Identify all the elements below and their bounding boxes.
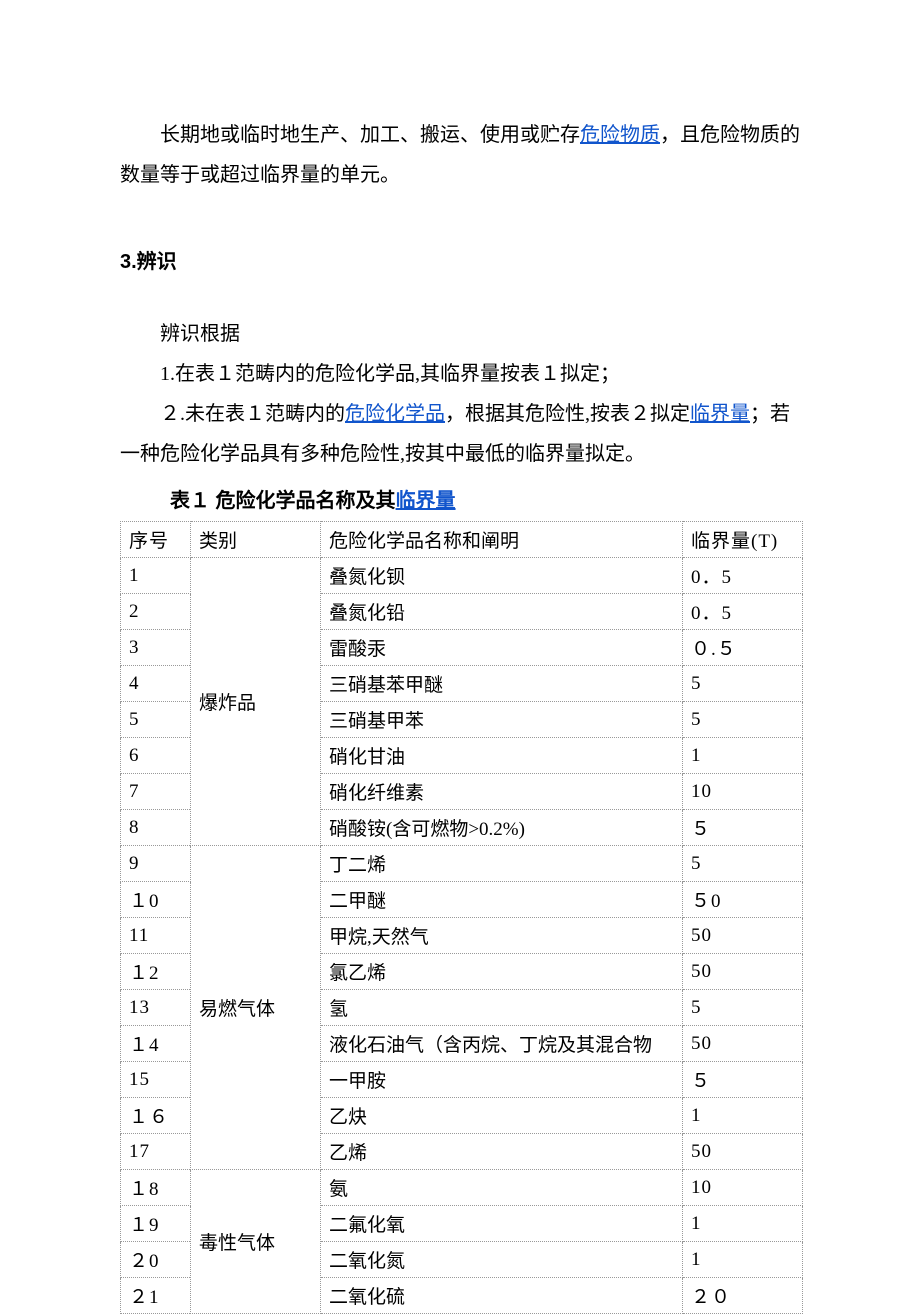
cell-qty: ５0 [683, 882, 803, 918]
cell-qty: 5 [683, 666, 803, 702]
item2-prefix: ２.未在表１范畴内的 [160, 403, 345, 425]
link-hazardous-substance[interactable]: 危险物质 [580, 124, 660, 146]
cell-seq: 1 [121, 558, 191, 594]
header-name: 危险化学品名称和阐明 [321, 522, 683, 558]
cell-name: 叠氮化钡 [321, 558, 683, 594]
cell-seq: 3 [121, 630, 191, 666]
cell-seq: ２1 [121, 1278, 191, 1314]
cell-qty: ２０ [683, 1278, 803, 1314]
cell-seq: ２0 [121, 1242, 191, 1278]
cell-qty: 50 [683, 918, 803, 954]
cell-name: 硝化纤维素 [321, 774, 683, 810]
cell-qty: 0．5 [683, 594, 803, 630]
link-critical-quantity[interactable]: 临界量 [690, 403, 750, 425]
cell-cat: 易燃气体 [191, 846, 321, 1170]
cell-qty: ０.５ [683, 630, 803, 666]
header-cat: 类别 [191, 522, 321, 558]
intro-prefix: 长期地或临时地生产、加工、搬运、使用或贮存 [160, 124, 580, 146]
cell-qty: 50 [683, 1026, 803, 1062]
cell-qty: 1 [683, 1206, 803, 1242]
cell-name: 二氧化硫 [321, 1278, 683, 1314]
cell-seq: １６ [121, 1098, 191, 1134]
cell-qty: 10 [683, 774, 803, 810]
link-hazardous-chemical[interactable]: 危险化学品 [345, 403, 445, 425]
table1: 序号 类别 危险化学品名称和阐明 临界量(T) 1 爆炸品 叠氮化钡 0．5 2… [120, 521, 803, 1314]
cell-name: 二氧化氮 [321, 1242, 683, 1278]
cell-seq: 2 [121, 594, 191, 630]
cell-seq: 17 [121, 1134, 191, 1170]
cell-name: 丁二烯 [321, 846, 683, 882]
header-qty: 临界量(T) [683, 522, 803, 558]
cell-cat: 毒性气体 [191, 1170, 321, 1314]
cell-name: 雷酸汞 [321, 630, 683, 666]
cell-name: 液化石油气（含丙烷、丁烷及其混合物 [321, 1026, 683, 1062]
cell-seq: １4 [121, 1026, 191, 1062]
cell-name: 乙烯 [321, 1134, 683, 1170]
cell-qty: 1 [683, 1098, 803, 1134]
cell-name: 二甲醚 [321, 882, 683, 918]
cell-seq: 6 [121, 738, 191, 774]
cell-seq: １2 [121, 954, 191, 990]
cell-qty: 5 [683, 846, 803, 882]
cell-qty: ５ [683, 1062, 803, 1098]
cell-seq: 13 [121, 990, 191, 1026]
cell-qty: ５ [683, 810, 803, 846]
cell-qty: 1 [683, 1242, 803, 1278]
cell-qty: 50 [683, 1134, 803, 1170]
cell-name: 氨 [321, 1170, 683, 1206]
cell-seq: 4 [121, 666, 191, 702]
cell-qty: 0．5 [683, 558, 803, 594]
identify-item1: 1.在表１范畴内的危险化学品,其临界量按表１拟定； [120, 354, 803, 394]
cell-qty: 10 [683, 1170, 803, 1206]
link-critical-quantity-title[interactable]: 临界量 [396, 490, 456, 512]
cell-name: 氢 [321, 990, 683, 1026]
table1-title: 表１ 危险化学品名称及其临界量 [120, 484, 803, 513]
cell-name: 三硝基苯甲醚 [321, 666, 683, 702]
cell-qty: 5 [683, 702, 803, 738]
cell-seq: 8 [121, 810, 191, 846]
identify-item2: ２.未在表１范畴内的危险化学品，根据其危险性,按表２拟定临界量；若一种危险化学品… [120, 394, 803, 474]
table-row: 9 易燃气体 丁二烯 5 [121, 846, 803, 882]
intro-paragraph: 长期地或临时地生产、加工、搬运、使用或贮存危险物质，且危险物质的数量等于或超过临… [120, 115, 803, 195]
cell-cat: 爆炸品 [191, 558, 321, 846]
cell-seq: 7 [121, 774, 191, 810]
cell-seq: １8 [121, 1170, 191, 1206]
cell-seq: 11 [121, 918, 191, 954]
cell-name: 乙炔 [321, 1098, 683, 1134]
cell-seq: 15 [121, 1062, 191, 1098]
cell-seq: １0 [121, 882, 191, 918]
cell-seq: 9 [121, 846, 191, 882]
cell-qty: 5 [683, 990, 803, 1026]
table1-title-prefix: 表１ 危险化学品名称及其 [170, 490, 396, 512]
cell-seq: １9 [121, 1206, 191, 1242]
item2-line: ２.未在表１范畴内的危险化学品，根据其危险性,按表２拟定临界量；若一种危险化学品… [120, 394, 803, 474]
cell-seq: 5 [121, 702, 191, 738]
cell-name: 氯乙烯 [321, 954, 683, 990]
cell-qty: 1 [683, 738, 803, 774]
cell-name: 三硝基甲苯 [321, 702, 683, 738]
cell-qty: 50 [683, 954, 803, 990]
section3-heading: 3.辨识 [120, 245, 803, 274]
table-row: １8 毒性气体 氨 10 [121, 1170, 803, 1206]
item2-mid: ，根据其危险性,按表２拟定 [445, 403, 690, 425]
identify-subtitle: 辨识根据 [120, 314, 803, 354]
cell-name: 硝化甘油 [321, 738, 683, 774]
cell-name: 二氟化氧 [321, 1206, 683, 1242]
cell-name: 叠氮化铅 [321, 594, 683, 630]
cell-name: 一甲胺 [321, 1062, 683, 1098]
cell-name: 硝酸铵(含可燃物>0.2%) [321, 810, 683, 846]
table-row: 1 爆炸品 叠氮化钡 0．5 [121, 558, 803, 594]
cell-name: 甲烷,天然气 [321, 918, 683, 954]
table-row: 序号 类别 危险化学品名称和阐明 临界量(T) [121, 522, 803, 558]
header-seq: 序号 [121, 522, 191, 558]
